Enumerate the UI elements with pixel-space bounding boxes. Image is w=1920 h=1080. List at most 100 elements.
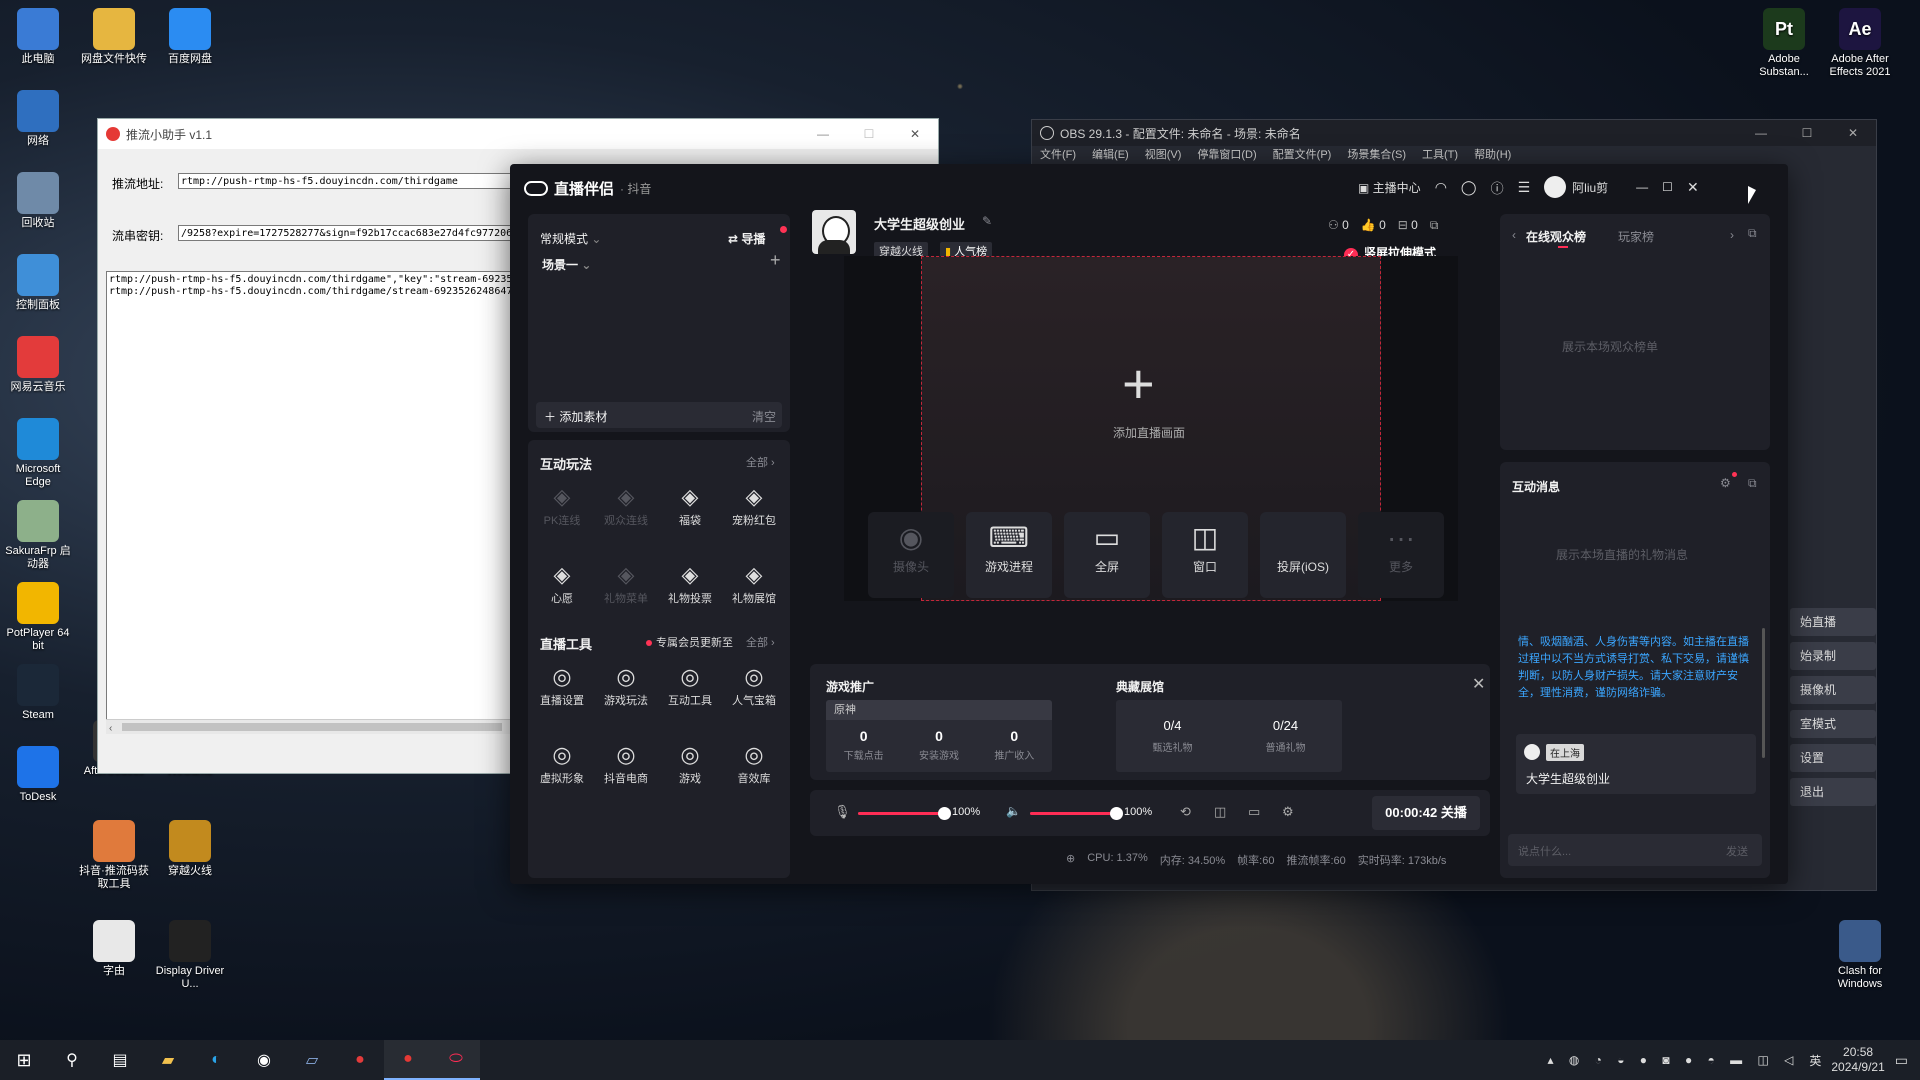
- start-button[interactable]: ⊞: [0, 1040, 48, 1080]
- director-button[interactable]: ⇄ 导播: [728, 230, 765, 247]
- desktop-icon[interactable]: 穿越火线: [154, 820, 226, 878]
- obs-minimize-icon[interactable]: —: [1738, 126, 1784, 140]
- obs-control-button[interactable]: 始直播: [1790, 608, 1876, 636]
- desktop-icon[interactable]: PotPlayer 64 bit: [2, 582, 74, 653]
- desktop-icon[interactable]: 网盘文件快传: [78, 8, 150, 66]
- companion-taskbar-icon[interactable]: ⬭: [432, 1040, 480, 1080]
- live-companion-window[interactable]: 直播伴侣 · 抖音 ▣ 主播中心 ◠ ◯ ⓘ ☰ 阿liu剪 — ☐ ✕ 常规模…: [510, 164, 1788, 884]
- interactive-item[interactable]: ◈ 观众连线: [594, 482, 658, 528]
- clock[interactable]: 20:58 2024/9/21: [1831, 1045, 1884, 1075]
- tool-item[interactable]: ◎ 虚拟形象: [530, 740, 594, 786]
- desktop-icon[interactable]: 网易云音乐: [2, 336, 74, 394]
- close-icon[interactable]: ✕: [892, 127, 938, 141]
- obs-menu-item[interactable]: 编辑(E): [1092, 146, 1129, 164]
- task-view-icon[interactable]: ▤: [96, 1040, 144, 1080]
- obs-control-button[interactable]: 摄像机: [1790, 676, 1876, 704]
- desktop-icon[interactable]: Clash for Windows: [1824, 920, 1896, 991]
- message-popout-icon[interactable]: ⧉: [1748, 476, 1757, 491]
- helper-titlebar[interactable]: 推流小助手 v1.1 — ☐ ✕: [98, 119, 938, 149]
- share-icon[interactable]: ⧉: [1430, 218, 1439, 233]
- desktop-icon[interactable]: 回收站: [2, 172, 74, 230]
- output-textarea[interactable]: rtmp://push-rtmp-hs-f5.douyincdn.com/thi…: [106, 271, 514, 731]
- helper-taskbar-icon[interactable]: ●: [384, 1040, 432, 1080]
- game-card[interactable]: 原神 0 下载点击 0 安装游戏 0 推广收入: [826, 700, 1052, 772]
- source-button[interactable]: 投屏(iOS): [1260, 512, 1346, 598]
- horizontal-scrollbar[interactable]: ‹: [106, 719, 514, 734]
- tool-item[interactable]: ◎ 音效库: [722, 740, 786, 786]
- netease-taskbar-icon[interactable]: ●: [336, 1040, 384, 1080]
- prev-tab-icon[interactable]: ‹: [1512, 228, 1516, 242]
- desktop-icon[interactable]: SakuraFrp 启动器: [2, 500, 74, 571]
- message-settings-icon[interactable]: ⚙: [1720, 476, 1731, 490]
- menu-icon[interactable]: ☰: [1518, 179, 1531, 196]
- creator-center-button[interactable]: ▣ 主播中心: [1358, 179, 1421, 196]
- tray-icons[interactable]: ▴ ◍ ◔ ◒ ● ◙ ● ◓ ▬ ◫ ◁: [1547, 1053, 1799, 1067]
- obs-control-button[interactable]: 退出: [1790, 778, 1876, 806]
- desktop-icon[interactable]: 网络: [2, 90, 74, 148]
- user-avatar[interactable]: [1544, 176, 1567, 198]
- next-tab-icon[interactable]: ›: [1730, 228, 1734, 242]
- obs-maximize-icon[interactable]: ☐: [1784, 126, 1830, 140]
- obs-menu-item[interactable]: 配置文件(P): [1273, 146, 1332, 164]
- source-button[interactable]: ▭ 全屏: [1064, 512, 1150, 598]
- message-scrollbar[interactable]: [1762, 628, 1765, 758]
- help-icon[interactable]: ⓘ: [1491, 178, 1504, 197]
- obs-control-button[interactable]: 室模式: [1790, 710, 1876, 738]
- desktop-icon[interactable]: 抖音·推流码获取工具: [78, 820, 150, 891]
- rotate-icon[interactable]: ⟲: [1180, 804, 1191, 820]
- source-button[interactable]: ◉ 摄像头: [868, 512, 954, 598]
- app-close-icon[interactable]: ✕: [1687, 179, 1699, 196]
- edge-taskbar-icon[interactable]: ◐: [192, 1040, 240, 1080]
- speaker-volume-knob[interactable]: [1110, 807, 1123, 820]
- popout-icon[interactable]: ⧉: [1748, 226, 1757, 241]
- stop-live-button[interactable]: 00:00:42 关播: [1372, 796, 1480, 830]
- desktop-icon[interactable]: Display Driver U...: [154, 920, 226, 991]
- mode-select[interactable]: 常规模式 ⌄: [540, 230, 601, 247]
- settings-gear-icon[interactable]: ⚙: [1282, 804, 1294, 820]
- tool-item[interactable]: ◎ 互动工具: [658, 662, 722, 708]
- mirror-icon[interactable]: ◫: [1214, 804, 1226, 820]
- tools-notice[interactable]: 专属会员更新至: [646, 634, 733, 650]
- clear-button[interactable]: 清空: [752, 408, 776, 425]
- tool-item[interactable]: ◎ 游戏: [658, 740, 722, 786]
- minimize-icon[interactable]: —: [800, 127, 846, 141]
- obs-menu-item[interactable]: 帮助(H): [1474, 146, 1511, 164]
- stream-key-input[interactable]: [178, 225, 518, 241]
- desktop-icon[interactable]: Steam: [2, 664, 74, 722]
- obs-menu-item[interactable]: 文件(F): [1040, 146, 1076, 164]
- push-address-input[interactable]: [178, 173, 518, 189]
- scene-select[interactable]: 场景一 ⌄: [542, 256, 591, 273]
- interactive-item[interactable]: ◈ 礼物菜单: [594, 560, 658, 606]
- obs-menu-item[interactable]: 停靠窗口(D): [1197, 146, 1256, 164]
- record-icon[interactable]: ▭: [1248, 804, 1260, 820]
- close-promo-icon[interactable]: ✕: [1472, 674, 1485, 694]
- tool-item[interactable]: ◎ 游戏玩法: [594, 662, 658, 708]
- tab-online-audience[interactable]: 在线观众榜: [1526, 228, 1586, 245]
- desktop-icon[interactable]: 字由: [78, 920, 150, 978]
- obs-taskbar-icon[interactable]: ◉: [240, 1040, 288, 1080]
- obs-titlebar[interactable]: OBS 29.1.3 - 配置文件: 未命名 - 场景: 未命名 — ☐ ✕: [1032, 120, 1876, 146]
- maximize-icon[interactable]: ☐: [846, 127, 892, 141]
- source-button[interactable]: ⌨ 游戏进程: [966, 512, 1052, 598]
- tool-item[interactable]: ◎ 人气宝箱: [722, 662, 786, 708]
- search-icon[interactable]: ⚲: [48, 1040, 96, 1080]
- collection-card[interactable]: 0/4 甄选礼物 0/24 普通礼物: [1116, 700, 1342, 772]
- tab-player-rank[interactable]: 玩家榜: [1618, 228, 1654, 245]
- interactive-item[interactable]: ◈ 福袋: [658, 482, 722, 528]
- desktop-icon[interactable]: 控制面板: [2, 254, 74, 312]
- username[interactable]: 阿liu剪: [1572, 179, 1608, 196]
- obs-close-icon[interactable]: ✕: [1830, 126, 1876, 140]
- notification-icon[interactable]: ▭: [1895, 1052, 1908, 1069]
- desktop-icon[interactable]: Pt Adobe Substan...: [1748, 8, 1820, 79]
- chat-input[interactable]: 说点什么... 发送: [1508, 834, 1762, 866]
- tool-item[interactable]: ◎ 直播设置: [530, 662, 594, 708]
- desktop-icon[interactable]: ToDesk: [2, 746, 74, 804]
- obs-menu-item[interactable]: 工具(T): [1422, 146, 1458, 164]
- source-button[interactable]: ◫ 窗口: [1162, 512, 1248, 598]
- file-explorer-icon[interactable]: ▰: [144, 1040, 192, 1080]
- desktop-icon[interactable]: 此电脑: [2, 8, 74, 66]
- app-minimize-icon[interactable]: —: [1636, 180, 1648, 194]
- send-button[interactable]: 发送: [1726, 843, 1748, 859]
- source-button[interactable]: ··· 更多: [1358, 512, 1444, 598]
- speaker-icon[interactable]: 🔈: [1006, 804, 1021, 818]
